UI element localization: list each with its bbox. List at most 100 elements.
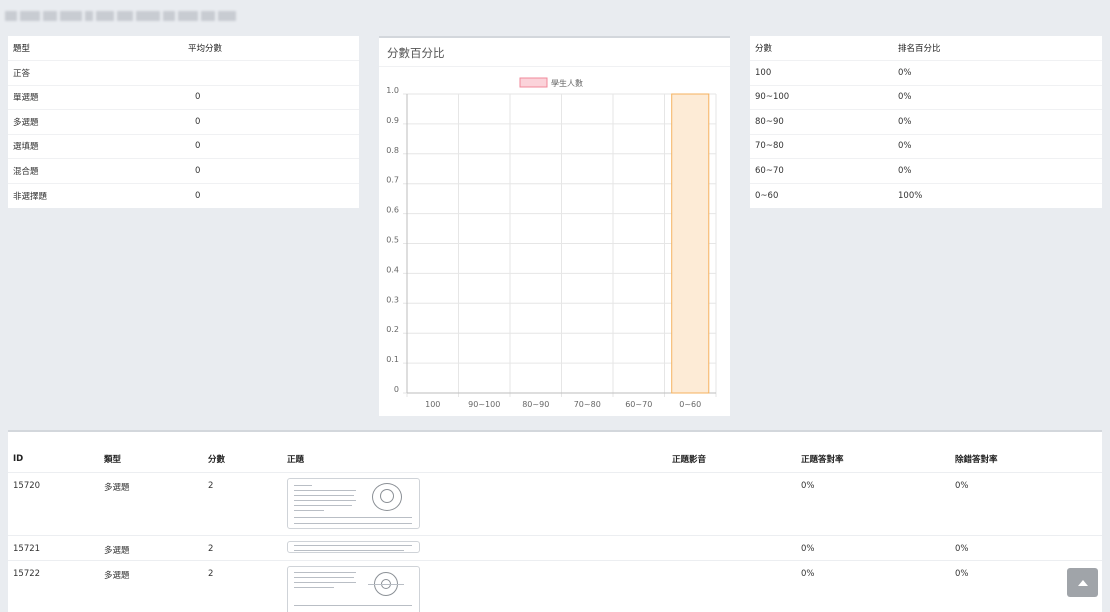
score-range-cell: 70~80 <box>750 134 893 159</box>
type-cell: 單選題 <box>8 85 183 110</box>
table-row[interactable]: 15722 多選題 2 0% 0% <box>8 560 1102 612</box>
y-tick-label: 0.7 <box>386 176 399 185</box>
score-cell: 2 <box>203 535 282 561</box>
rank-percentage-panel: 分數 排名百分比 100 0% 90~100 0% 80~90 0% 70~80 0% … <box>750 36 1102 208</box>
divider <box>379 66 730 67</box>
question-cell <box>282 472 667 536</box>
question-list-panel: ID 類型 分數 正題 正題影音 正題答對率 除錯答對率 15720 多選題 2 <box>8 430 1102 612</box>
table-row: 非選擇題 0 <box>8 183 359 208</box>
average-cell: 0 <box>183 158 359 184</box>
table-row: 100 0% <box>750 60 1102 86</box>
rank-pct-cell: 0% <box>893 158 1102 184</box>
average-cell: 0 <box>183 85 359 110</box>
id-cell: 15720 <box>8 472 99 536</box>
table-header-row: 分數 排名百分比 <box>750 36 1102 61</box>
y-tick-label: 0.5 <box>386 236 399 245</box>
y-tick-label: 1.0 <box>386 86 399 95</box>
header-type: 類型 <box>99 446 203 473</box>
average-cell: 0 <box>183 134 359 159</box>
header-score: 分數 <box>750 36 893 61</box>
average-cell: 0 <box>183 109 359 135</box>
type-cell: 非選擇題 <box>13 191 48 202</box>
legend-swatch <box>519 77 548 88</box>
type-average-table: 題型 平均分數 正答 單選題 0 多選題 0 選填題 0 混合題 0 非選擇題 0 <box>8 36 359 208</box>
x-tick-label: 70~80 <box>574 400 601 409</box>
rank-pct-cell: 0% <box>893 109 1102 135</box>
y-tick-label: 0.8 <box>386 146 399 155</box>
rank-pct-cell: 100% <box>898 190 923 201</box>
type-cell: 混合題 <box>8 158 183 184</box>
correct-rate-cell: 0% <box>796 560 950 612</box>
rank-percentage-table: 分數 排名百分比 100 0% 90~100 0% 80~90 0% 70~80 0% … <box>750 36 1102 208</box>
header-question: 正題 <box>282 446 667 473</box>
header-debug-correct-rate: 除錯答對率 <box>950 446 1102 473</box>
question-image-thumbnail[interactable] <box>287 540 420 553</box>
table-row: 單選題 0 <box>8 85 359 110</box>
table-header-row: 題型 平均分數 <box>8 36 359 61</box>
rank-pct-cell: 0% <box>893 134 1102 159</box>
question-media-cell <box>667 535 796 561</box>
question-cell <box>282 535 667 561</box>
table-row: 正答 <box>8 60 359 86</box>
correct-rate-cell: 0% <box>796 472 950 536</box>
question-media-cell <box>667 472 796 536</box>
score-range-cell: 100 <box>750 60 893 86</box>
type-cell: 多選題 <box>99 535 203 561</box>
average-cell: 0 <box>195 190 201 201</box>
table-row: 60~70 0% <box>750 158 1102 184</box>
type-cell: 選填題 <box>8 134 183 159</box>
correct-rate-cell: 0% <box>796 535 950 561</box>
type-cell: 多選題 <box>99 472 203 536</box>
question-image-thumbnail[interactable] <box>287 565 420 612</box>
type-cell: 多選題 <box>99 560 203 612</box>
header-question-media: 正題影音 <box>667 446 796 473</box>
header-rank-percentage: 排名百分比 <box>893 36 1102 61</box>
type-cell: 多選題 <box>8 109 183 135</box>
rank-pct-cell: 0% <box>893 60 1102 86</box>
y-tick-label: 0.6 <box>386 206 399 215</box>
score-range-cell: 80~90 <box>750 109 893 135</box>
score-cell: 2 <box>203 560 282 612</box>
question-image-thumbnail[interactable] <box>287 477 420 529</box>
type-average-panel: 題型 平均分數 正答 單選題 0 多選題 0 選填題 0 混合題 0 非選擇題 0 <box>8 36 359 208</box>
chart-title: 分數百分比 <box>387 46 445 60</box>
header-score: 分數 <box>203 446 282 473</box>
average-cell <box>183 60 359 86</box>
y-tick-label: 0.1 <box>386 355 399 364</box>
x-tick-label: 0~60 <box>679 400 701 409</box>
header-id: ID <box>8 446 99 473</box>
table-header-row: ID 類型 分數 正題 正題影音 正題答對率 除錯答對率 <box>8 446 1102 473</box>
header-average: 平均分數 <box>183 36 359 61</box>
id-cell: 15721 <box>8 535 99 561</box>
bar <box>671 93 710 394</box>
debug-correct-rate-cell: 0% <box>950 472 1102 536</box>
scroll-to-top-button[interactable] <box>1067 568 1098 597</box>
y-tick-label: 0 <box>394 385 399 394</box>
score-range-cell: 0~60 <box>755 190 779 201</box>
table-row: 0~60 100% <box>750 183 1102 208</box>
debug-correct-rate-cell: 0% <box>950 535 1102 561</box>
legend-label: 學生人數 <box>551 78 583 88</box>
chevron-up-icon <box>1077 579 1088 586</box>
score-bar-chart: 0 0.1 0.2 0.3 0.4 0.5 0.6 0.7 0.8 0.9 1.0 100 90~100… <box>386 77 717 409</box>
table-row: 多選題 0 <box>8 109 359 135</box>
x-tick-label: 80~90 <box>522 400 549 409</box>
score-range-cell: 60~70 <box>750 158 893 184</box>
question-cell <box>282 560 667 612</box>
score-percentage-chart-panel: 分數百分比 0 0.1 0.2 0.3 0.4 0.5 0.6 0.7 0.8 0.9 1.0 100… <box>379 36 730 416</box>
question-table: ID 類型 分數 正題 正題影音 正題答對率 除錯答對率 15720 多選題 2 <box>8 446 1102 612</box>
table-row[interactable]: 15720 多選題 2 0% 0% <box>8 472 1102 536</box>
table-row: 70~80 0% <box>750 134 1102 159</box>
x-tick-label: 60~70 <box>625 400 652 409</box>
y-tick-label: 0.3 <box>386 295 399 304</box>
score-range-cell: 90~100 <box>750 85 893 110</box>
rank-pct-cell: 0% <box>893 85 1102 110</box>
question-media-cell <box>667 560 796 612</box>
table-row: 80~90 0% <box>750 109 1102 135</box>
x-tick-label: 90~100 <box>468 400 500 409</box>
header-type: 題型 <box>8 36 183 61</box>
table-row[interactable]: 15721 多選題 2 0% 0% <box>8 535 1102 561</box>
blurred-page-title <box>5 8 237 24</box>
y-tick-label: 0.4 <box>386 265 399 274</box>
id-cell: 15722 <box>8 560 99 612</box>
